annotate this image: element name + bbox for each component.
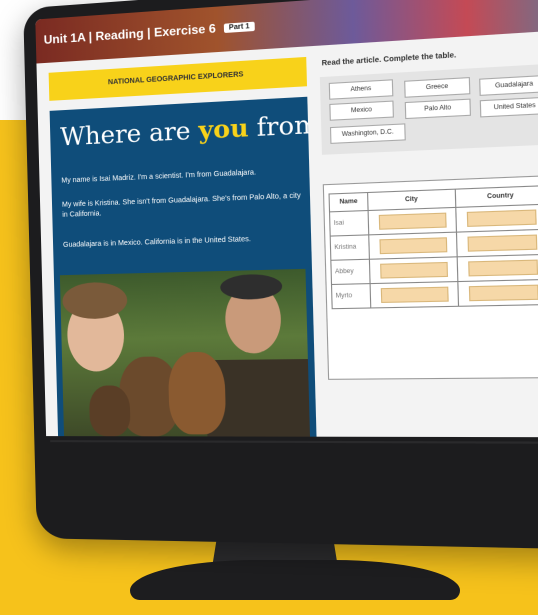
chip-palo-alto[interactable]: Palo Alto: [405, 99, 471, 120]
screen: Unit 1A | Reading | Exercise 6 Part 1 ‹ …: [35, 0, 538, 437]
article-photo: [60, 269, 310, 437]
article-heading: Where are you from?: [60, 108, 317, 152]
monitor: Unit 1A | Reading | Exercise 6 Part 1 ‹ …: [23, 0, 538, 550]
chip-united-states[interactable]: United States: [480, 97, 538, 118]
city-drop-slot[interactable]: [380, 287, 448, 303]
city-cell: [368, 207, 456, 234]
answer-table: Name City Country Isai Kristina Abbey My…: [328, 185, 538, 309]
city-cell: [369, 257, 457, 284]
city-drop-slot[interactable]: [379, 237, 447, 254]
article-paragraph: My name is Isai Madriz. I'm a scientist.…: [61, 166, 303, 186]
article-paragraph: My wife is Kristina. She isn't from Guad…: [62, 191, 304, 221]
country-cell: [456, 204, 538, 232]
country-drop-slot[interactable]: [467, 235, 537, 252]
article-banner: NATIONAL GEOGRAPHIC EXPLORERS: [49, 57, 307, 101]
dog-middle: [168, 352, 227, 435]
exercise-instruction: Read the article. Complete the table.: [322, 52, 457, 68]
word-bank: Athens Greece Guadalajara Mexico Palo Al…: [320, 63, 538, 155]
part-badge[interactable]: Part 1: [223, 22, 255, 33]
table-row: Myrto: [332, 279, 538, 308]
country-cell: [458, 279, 538, 306]
country-cell: [456, 229, 538, 257]
row-name: Isai: [330, 211, 369, 237]
monitor-bezel-line: [50, 440, 538, 444]
city-drop-slot[interactable]: [378, 213, 446, 230]
article-paragraph: Guadalajara is in Mexico. California is …: [63, 233, 305, 251]
header-name: Name: [329, 193, 368, 212]
header-bar: Unit 1A | Reading | Exercise 6 Part 1 ‹ …: [35, 0, 538, 64]
country-drop-slot[interactable]: [466, 209, 536, 226]
page-title: Unit 1A | Reading | Exercise 6 Part 1: [44, 19, 255, 47]
article-panel: Where are you from? My name is Isai Madr…: [50, 97, 317, 437]
chip-guadalajara[interactable]: Guadalajara: [479, 75, 538, 96]
country-drop-slot[interactable]: [468, 285, 538, 302]
city-drop-slot[interactable]: [380, 262, 448, 279]
row-name: Kristina: [330, 235, 369, 260]
dog-small: [89, 385, 131, 436]
row-name: Abbey: [331, 259, 370, 284]
chip-washington-dc[interactable]: Washington, D.C.: [330, 123, 406, 144]
answer-table-panel: Name City Country Isai Kristina Abbey My…: [323, 175, 538, 380]
country-cell: [457, 254, 538, 281]
country-drop-slot[interactable]: [468, 260, 538, 277]
monitor-stand-base: [130, 560, 460, 600]
city-cell: [369, 232, 457, 259]
chip-athens[interactable]: Athens: [329, 79, 394, 99]
exercise-title: Unit 1A | Reading | Exercise 6: [44, 21, 216, 47]
row-name: Myrto: [332, 284, 371, 309]
city-cell: [370, 282, 458, 308]
chip-mexico[interactable]: Mexico: [329, 101, 394, 121]
chip-greece[interactable]: Greece: [404, 77, 470, 98]
